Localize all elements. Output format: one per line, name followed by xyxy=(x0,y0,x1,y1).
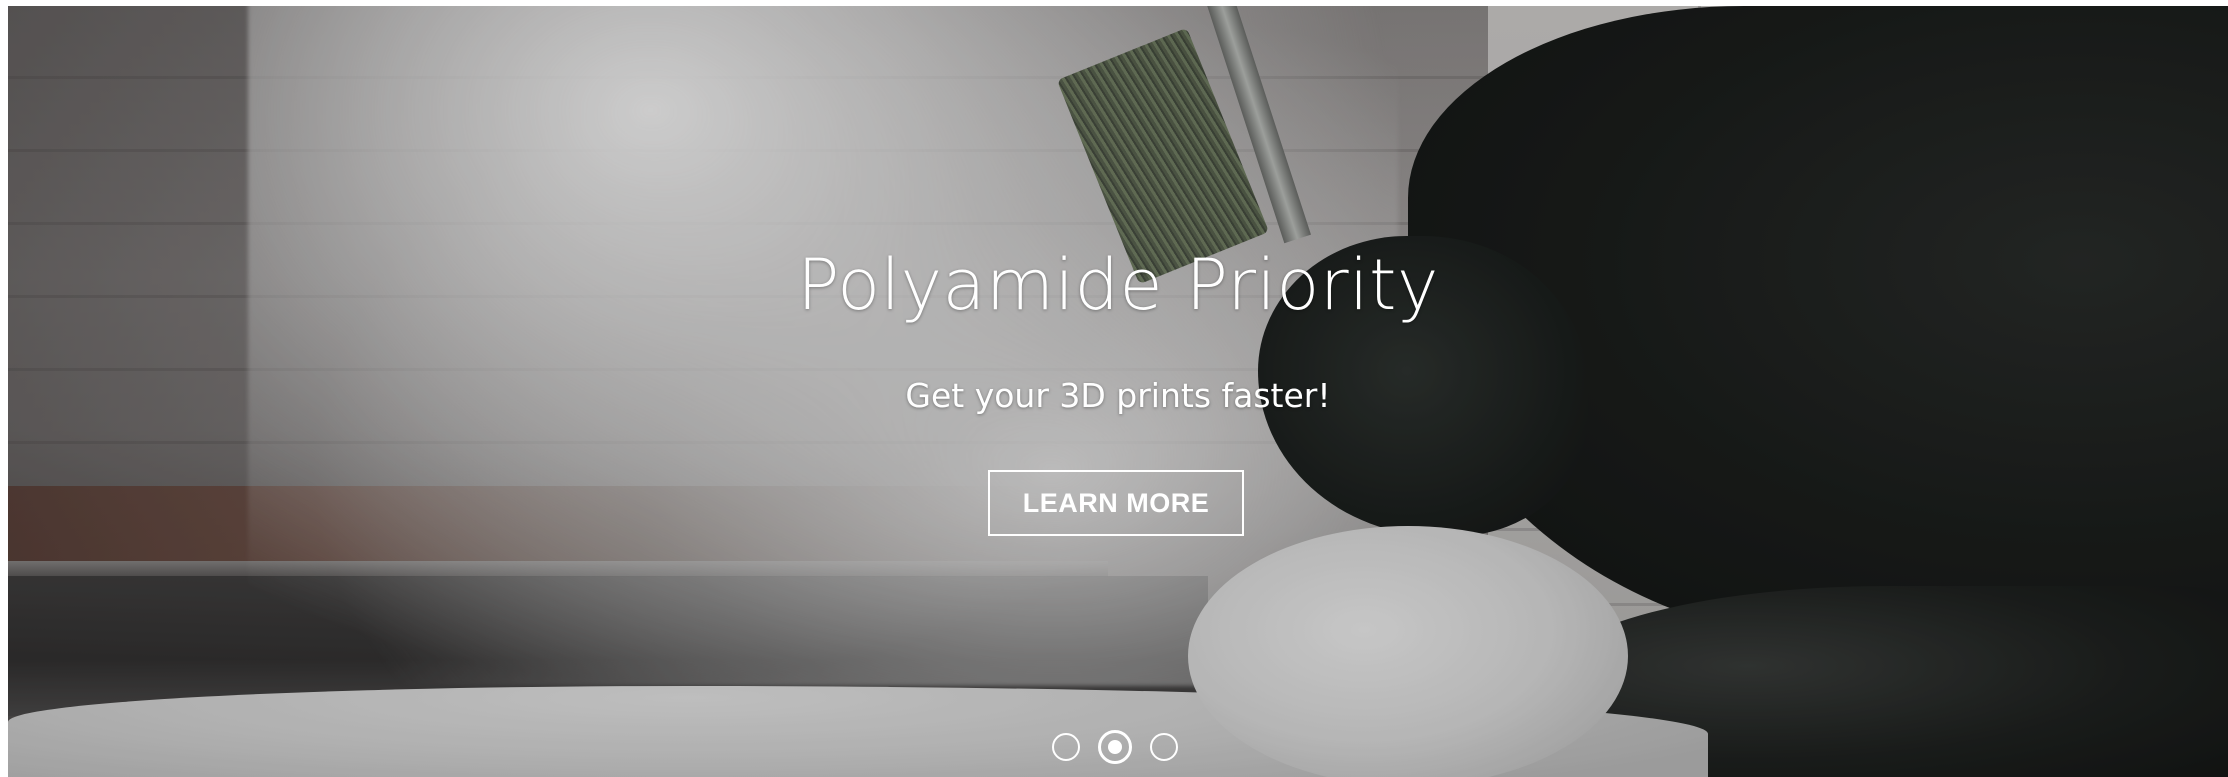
hero-subtitle: Get your 3D prints faster! xyxy=(905,376,1331,415)
learn-more-button[interactable]: LEARN MORE xyxy=(988,470,1244,536)
carousel-dot-1[interactable] xyxy=(1052,733,1080,761)
carousel-dot-2-active[interactable] xyxy=(1098,730,1132,764)
carousel-dot-3[interactable] xyxy=(1150,733,1178,761)
hero-title: Polyamide Priority xyxy=(797,244,1439,326)
carousel-indicators xyxy=(1052,730,1178,764)
hero-banner: Polyamide Priority Get your 3D prints fa… xyxy=(8,6,2228,777)
